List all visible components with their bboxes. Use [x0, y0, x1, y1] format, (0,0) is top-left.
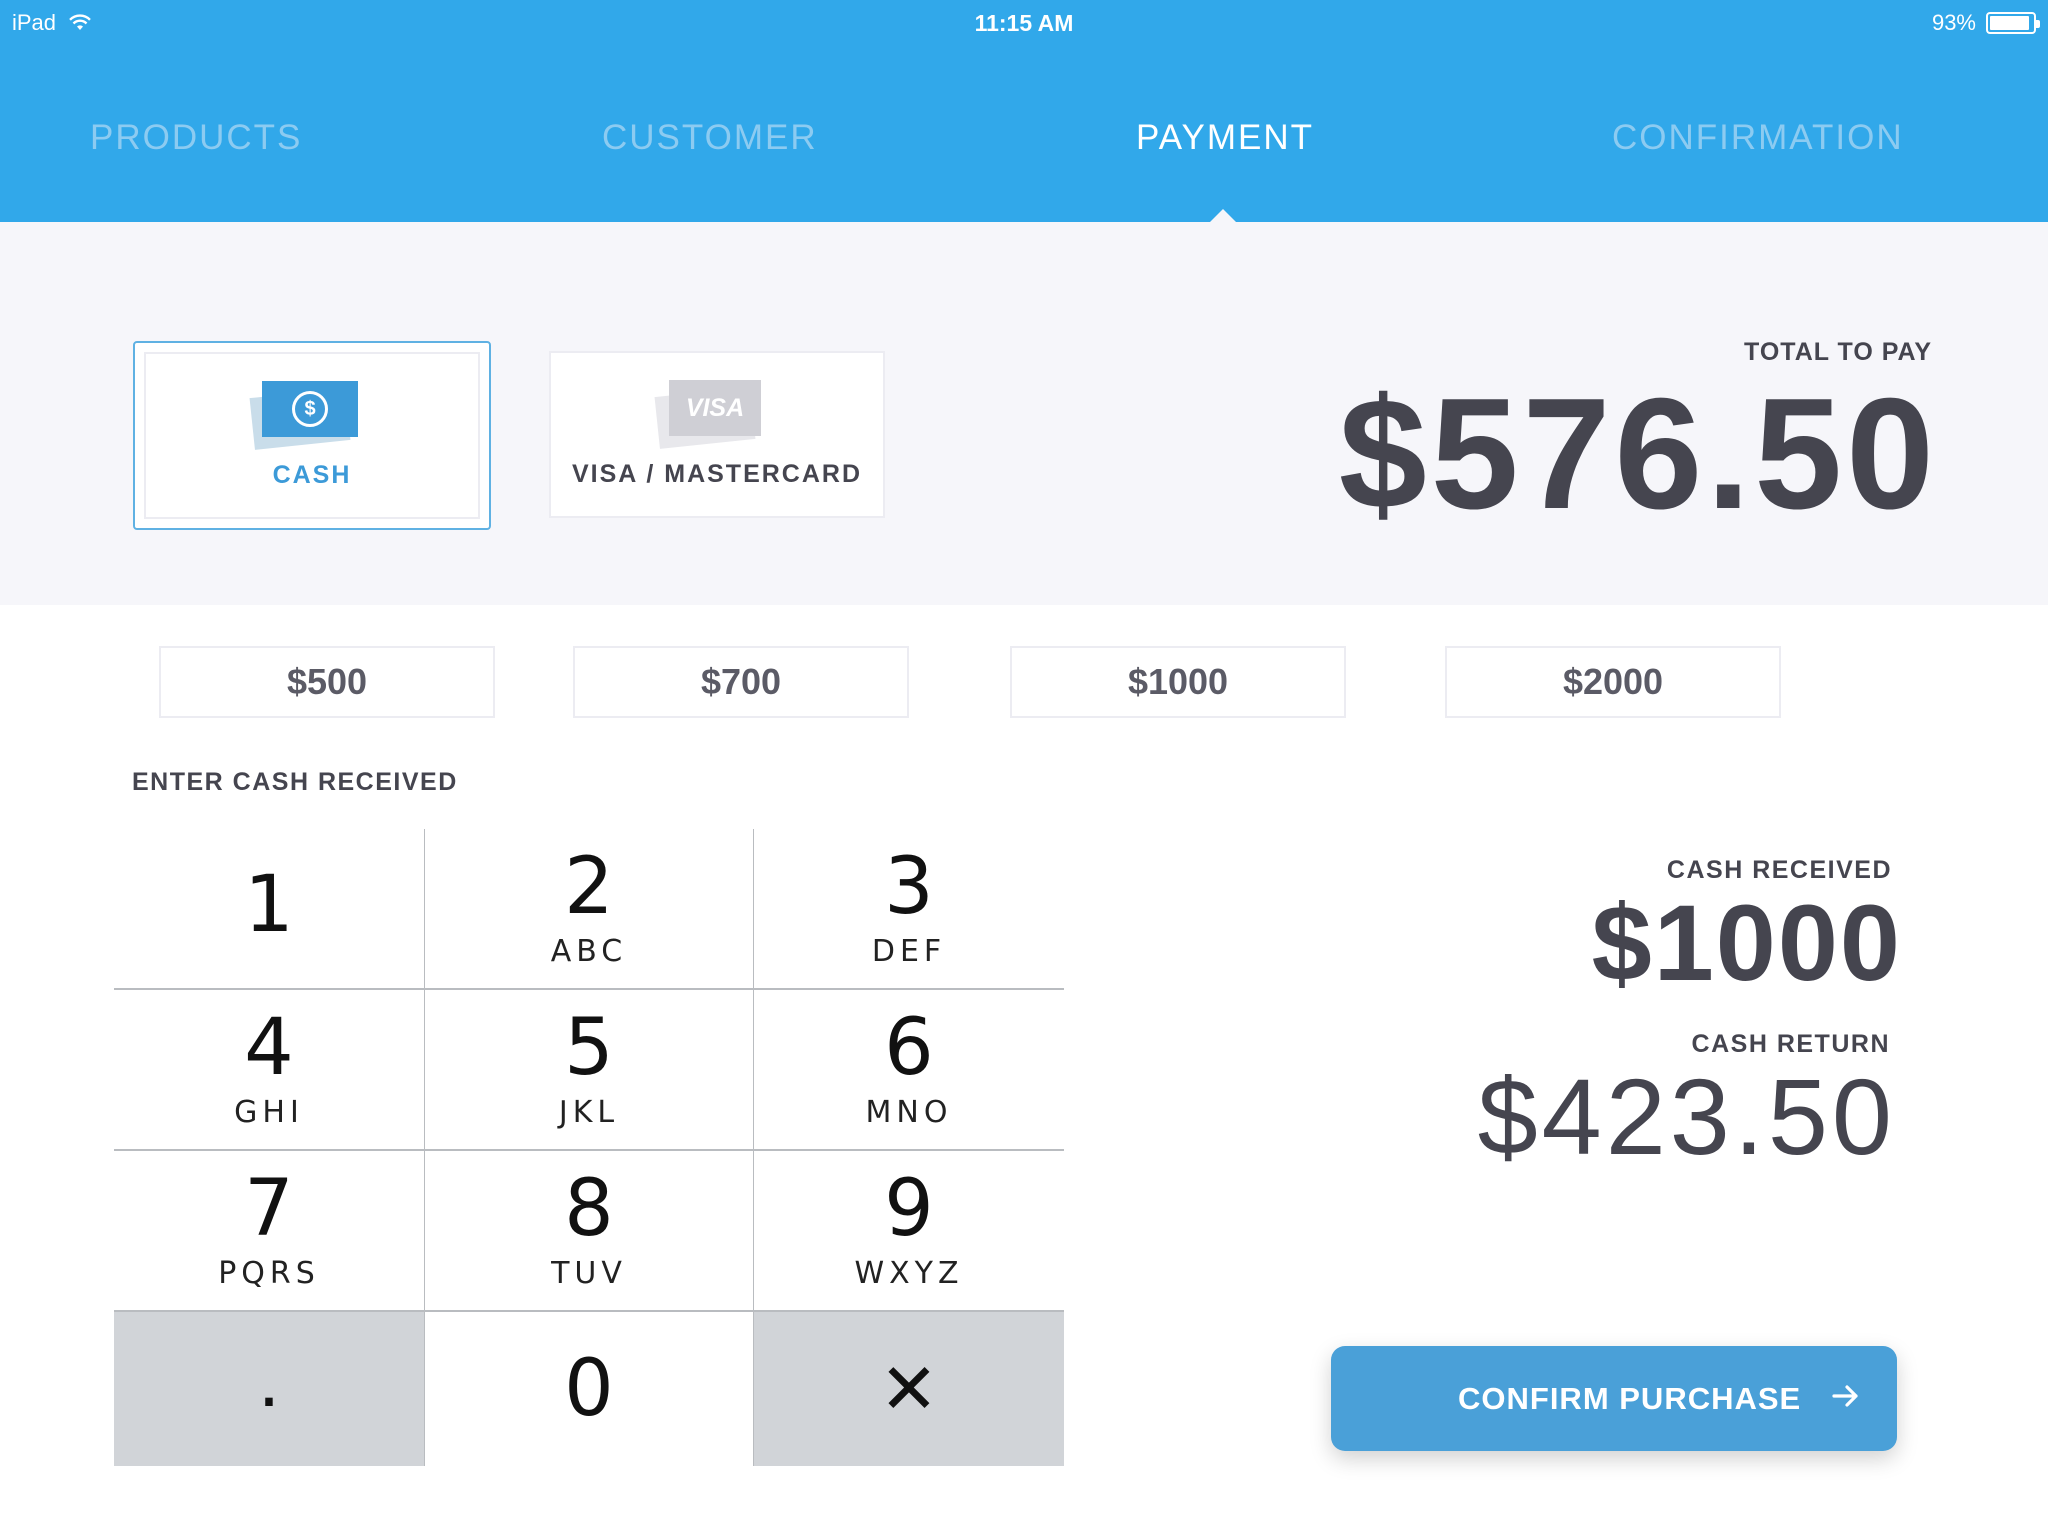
card-label: VISA / MASTERCARD — [571, 460, 863, 488]
numeric-keypad: 1 2 ABC 3 DEF 4 GHI 5 JKL 6 MNO 7 PQRS 8… — [114, 829, 1064, 1466]
key-digit: 1 — [244, 859, 294, 950]
tab-customer[interactable]: CUSTOMER — [602, 118, 818, 158]
key-digit: 9 — [884, 1164, 934, 1254]
key-8[interactable]: 8 TUV — [425, 1151, 753, 1310]
key-digit: 8 — [564, 1164, 614, 1254]
key-letters: PQRS — [218, 1256, 320, 1291]
quick-amount-2000[interactable]: $2000 — [1445, 646, 1781, 718]
visa-card-icon: VISA — [654, 380, 769, 449]
key-5[interactable]: 5 JKL — [425, 990, 753, 1149]
checkout-steps: PRODUCTS CUSTOMER PAYMENT CONFIRMATION — [0, 118, 2048, 168]
confirm-purchase-button[interactable]: CONFIRM PURCHASE — [1331, 1346, 1897, 1451]
cash-label: CASH — [272, 461, 352, 489]
quick-amount-700[interactable]: $700 — [573, 646, 909, 718]
key-3[interactable]: 3 DEF — [754, 829, 1064, 988]
cash-received-value: $1000 — [1591, 882, 1902, 1003]
key-letters: ABC — [550, 934, 628, 969]
visa-card: VISA — [669, 380, 761, 436]
delete-icon: ✕ — [879, 1348, 939, 1430]
key-digit: 5 — [564, 1003, 614, 1093]
key-letters: GHI — [234, 1095, 304, 1130]
key-1[interactable]: 1 — [114, 829, 424, 988]
key-2[interactable]: 2 ABC — [425, 829, 753, 988]
key-4[interactable]: 4 GHI — [114, 990, 424, 1149]
active-tab-indicator — [1210, 209, 1236, 222]
cash-icon: $ — [249, 381, 364, 450]
quick-amount-1000[interactable]: $1000 — [1010, 646, 1346, 718]
quick-amount-500[interactable]: $500 — [159, 646, 495, 718]
key-7[interactable]: 7 PQRS — [114, 1151, 424, 1310]
battery-fill — [1990, 16, 2030, 30]
key-letters: JKL — [558, 1095, 620, 1130]
status-right: 93% — [1931, 10, 2040, 36]
key-letters: TUV — [551, 1256, 627, 1291]
key-letters: DEF — [871, 934, 947, 969]
cash-return-value: $423.50 — [1477, 1056, 1896, 1177]
key-0[interactable]: 0 — [425, 1312, 753, 1466]
key-digit: 6 — [884, 1003, 934, 1093]
key-digit: 2 — [564, 842, 614, 932]
dollar-coin-icon: $ — [292, 391, 328, 427]
total-amount: $576.50 — [1338, 366, 1938, 542]
cash-method-button[interactable]: $ CASH — [144, 352, 480, 519]
tab-payment[interactable]: PAYMENT — [1136, 118, 1314, 158]
tab-confirmation[interactable]: CONFIRMATION — [1612, 118, 1904, 158]
arrow-right-icon — [1832, 1385, 1858, 1407]
status-bar: iPad 11:15 AM 93% — [0, 0, 2048, 45]
key-6[interactable]: 6 MNO — [754, 990, 1064, 1149]
key-digit: 0 — [564, 1344, 614, 1434]
confirm-purchase-label: CONFIRM PURCHASE — [1458, 1381, 1802, 1416]
tab-products[interactable]: PRODUCTS — [90, 118, 302, 158]
battery-percent: 93% — [1931, 10, 1976, 35]
key-delete[interactable]: ✕ — [754, 1312, 1064, 1466]
key-letters: WXYZ — [854, 1256, 964, 1291]
card-method-button[interactable]: VISA VISA / MASTERCARD — [549, 351, 885, 518]
key-9[interactable]: 9 WXYZ — [754, 1151, 1064, 1310]
key-letters: MNO — [865, 1095, 953, 1130]
decimal-point: . — [258, 1335, 280, 1423]
cash-bill: $ — [262, 381, 358, 437]
battery-tip — [2036, 20, 2040, 28]
app-header: iPad 11:15 AM 93% PRODUCTS CUSTOMER PAYM… — [0, 0, 2048, 222]
key-digit: 7 — [244, 1164, 294, 1254]
key-decimal[interactable]: . — [114, 1312, 424, 1466]
enter-cash-label: ENTER CASH RECEIVED — [132, 768, 458, 796]
status-time: 11:15 AM — [974, 10, 1074, 36]
key-digit: 4 — [244, 1003, 294, 1093]
key-digit: 3 — [884, 842, 934, 932]
battery-icon — [1986, 12, 2040, 34]
payment-method-panel: $ CASH VISA VISA / MASTERCARD TOTAL TO P… — [0, 222, 2048, 605]
